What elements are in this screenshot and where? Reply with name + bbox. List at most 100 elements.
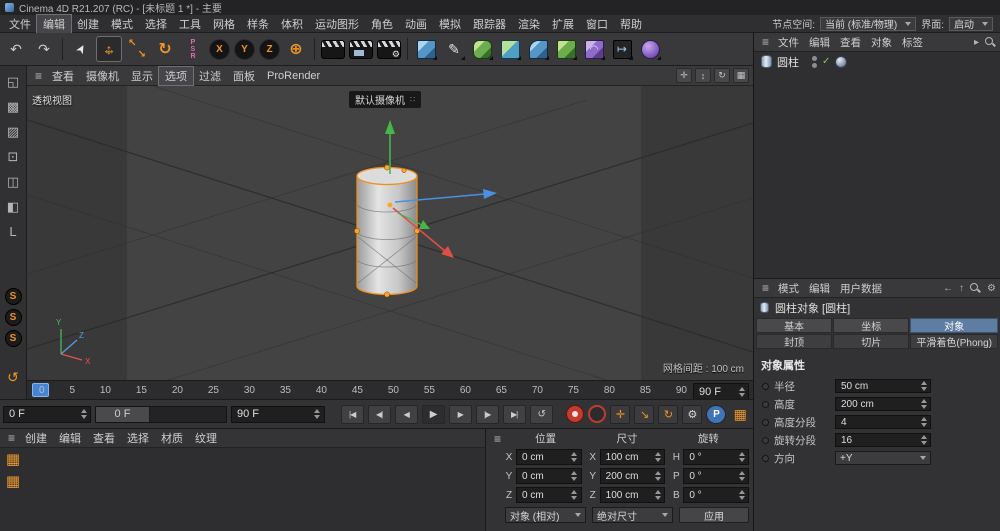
search-icon[interactable] <box>970 283 981 294</box>
tab-phong[interactable]: 平滑着色(Phong) <box>910 334 998 349</box>
stepper-icon[interactable] <box>737 384 746 399</box>
menu-item-extensions[interactable]: 扩展 <box>546 15 580 33</box>
om-menu-file[interactable]: 文件 <box>773 34 804 51</box>
prev-key-button[interactable]: ◀| <box>368 405 391 424</box>
size-z-input[interactable]: 100 cm <box>600 487 666 503</box>
stepper-icon[interactable] <box>919 434 928 446</box>
redo-button[interactable]: ↷ <box>31 36 57 62</box>
edges-mode-button[interactable]: ◫ <box>3 171 24 192</box>
animation-dot-icon[interactable] <box>762 437 769 444</box>
menu-item-window[interactable]: 窗口 <box>580 15 614 33</box>
record-position-button[interactable]: ✛ <box>610 405 630 424</box>
stepper-icon[interactable] <box>79 407 88 422</box>
stepper-icon[interactable] <box>653 469 662 483</box>
om-menu-objects[interactable]: 对象 <box>866 34 897 51</box>
render-picture-viewer-button[interactable] <box>348 36 374 62</box>
menu-item-tools[interactable]: 工具 <box>173 15 207 33</box>
height-input[interactable]: 200 cm <box>835 397 931 411</box>
vp-menu-display[interactable]: 显示 <box>125 67 159 85</box>
y-axis-lock-button[interactable]: Y <box>234 39 255 60</box>
stepper-icon[interactable] <box>919 416 928 428</box>
tracker-palette-button[interactable]: ↦ <box>609 36 635 62</box>
am-menu-mode[interactable]: 模式 <box>773 280 804 297</box>
snap-badge-1[interactable]: S <box>5 288 22 305</box>
animation-dot-icon[interactable] <box>762 401 769 408</box>
simulation-palette-button[interactable] <box>637 36 663 62</box>
menu-item-simulate[interactable]: 模拟 <box>433 15 467 33</box>
menu-item-character[interactable]: 角色 <box>365 15 399 33</box>
menu-item-render[interactable]: 渲染 <box>512 15 546 33</box>
size-x-input[interactable]: 100 cm <box>600 449 666 465</box>
snap-badge-2[interactable]: S <box>5 309 22 326</box>
stepper-icon[interactable] <box>919 398 928 410</box>
pan-view-icon[interactable]: ✛ <box>676 68 692 83</box>
tab-object[interactable]: 对象 <box>910 318 998 333</box>
snap-badge-3[interactable]: S <box>5 330 22 347</box>
axis-mode-button[interactable]: L <box>3 221 24 242</box>
stepper-icon[interactable] <box>653 450 662 464</box>
preview-range-slider[interactable]: 0 F <box>95 406 227 423</box>
viewport-scene[interactable]: Y X Z <box>27 86 753 380</box>
phong-tag-icon[interactable] <box>835 56 847 68</box>
enabled-check-icon[interactable]: ✓ <box>822 56 830 67</box>
volume-palette-button[interactable] <box>553 36 579 62</box>
cylinder-object[interactable] <box>354 165 419 297</box>
om-menu-tags[interactable]: 标签 <box>897 34 928 51</box>
layout-tab-icon-2[interactable]: ▦ <box>6 475 20 489</box>
menu-item-animate[interactable]: 动画 <box>399 15 433 33</box>
stepper-icon[interactable] <box>919 380 928 392</box>
pos-y-input[interactable]: 0 cm <box>516 468 582 484</box>
rot-b-input[interactable]: 0 ° <box>683 487 749 503</box>
object-tree[interactable]: 圆柱 ✓ <box>754 52 1000 278</box>
pos-x-input[interactable]: 0 cm <box>516 449 582 465</box>
workplane-button[interactable]: ↺ <box>3 367 24 388</box>
camera-badge[interactable]: 默认摄像机 ∷ <box>349 91 421 108</box>
timeline-end-field[interactable]: 90 F <box>693 383 749 400</box>
play-button[interactable]: ▶ <box>422 405 445 424</box>
pos-z-input[interactable]: 0 cm <box>516 487 582 503</box>
record-scale-button[interactable]: ↘ <box>634 405 654 424</box>
rotation-segments-input[interactable]: 16 <box>835 433 931 447</box>
animation-dot-icon[interactable] <box>762 383 769 390</box>
coordinate-system-button[interactable]: ⊕ <box>283 36 309 62</box>
menu-item-create[interactable]: 创建 <box>71 15 105 33</box>
undo-button[interactable]: ↶ <box>3 36 29 62</box>
loop-button[interactable]: ↺ <box>530 405 553 424</box>
current-frame-field[interactable]: 0 F <box>3 406 91 423</box>
model-mode-button[interactable]: ▩ <box>3 96 24 117</box>
size-y-input[interactable]: 200 cm <box>600 468 666 484</box>
autokey-button[interactable] <box>588 405 606 423</box>
back-icon[interactable]: ← <box>943 283 953 294</box>
prev-frame-button[interactable]: ◀ <box>395 405 418 424</box>
range-start-handle[interactable]: 0 F <box>96 407 150 422</box>
make-editable-button[interactable]: ◱ <box>3 71 24 92</box>
record-pla-button[interactable]: P <box>706 405 726 424</box>
vp-menu-panel[interactable]: 面板 <box>227 67 261 85</box>
rot-p-input[interactable]: 0 ° <box>683 468 749 484</box>
menu-item-edit[interactable]: 编辑 <box>37 15 71 33</box>
polygons-mode-button[interactable]: ◧ <box>3 196 24 217</box>
am-menu-userdata[interactable]: 用户数据 <box>835 280 887 297</box>
deformers-palette-button[interactable]: ◠ <box>581 36 607 62</box>
am-menu-edit[interactable]: 编辑 <box>804 280 835 297</box>
next-key-button[interactable]: |▶ <box>476 405 499 424</box>
z-axis-lock-button[interactable]: Z <box>259 39 280 60</box>
stepper-icon[interactable] <box>570 488 579 502</box>
mat-menu-create[interactable]: 创建 <box>19 429 53 447</box>
record-rotation-button[interactable]: ↻ <box>658 405 678 424</box>
menu-item-mesh[interactable]: 网格 <box>207 15 241 33</box>
vp-menu-options[interactable]: 选项 <box>159 67 193 85</box>
node-space-select[interactable]: 当前 (标准/物理) <box>820 17 916 31</box>
last-tool-psr-button[interactable]: PSR <box>180 36 206 62</box>
mat-menu-view[interactable]: 查看 <box>87 429 121 447</box>
stepper-icon[interactable] <box>313 407 322 422</box>
live-selection-button[interactable]: ➤ <box>68 36 94 62</box>
vp-menu-cameras[interactable]: 摄像机 <box>80 67 125 85</box>
viewport-canvas[interactable]: Y X Z 透视视图 默认摄像机 ∷ 网格间距 : 100 cm <box>27 86 753 380</box>
apply-button[interactable]: 应用 <box>679 507 749 523</box>
hamburger-icon[interactable]: ≡ <box>4 431 19 445</box>
chevron-right-icon[interactable]: ▸ <box>974 37 979 48</box>
hamburger-icon[interactable]: ≡ <box>31 69 46 83</box>
animation-dot-icon[interactable] <box>762 455 769 462</box>
menu-item-help[interactable]: 帮助 <box>614 15 648 33</box>
